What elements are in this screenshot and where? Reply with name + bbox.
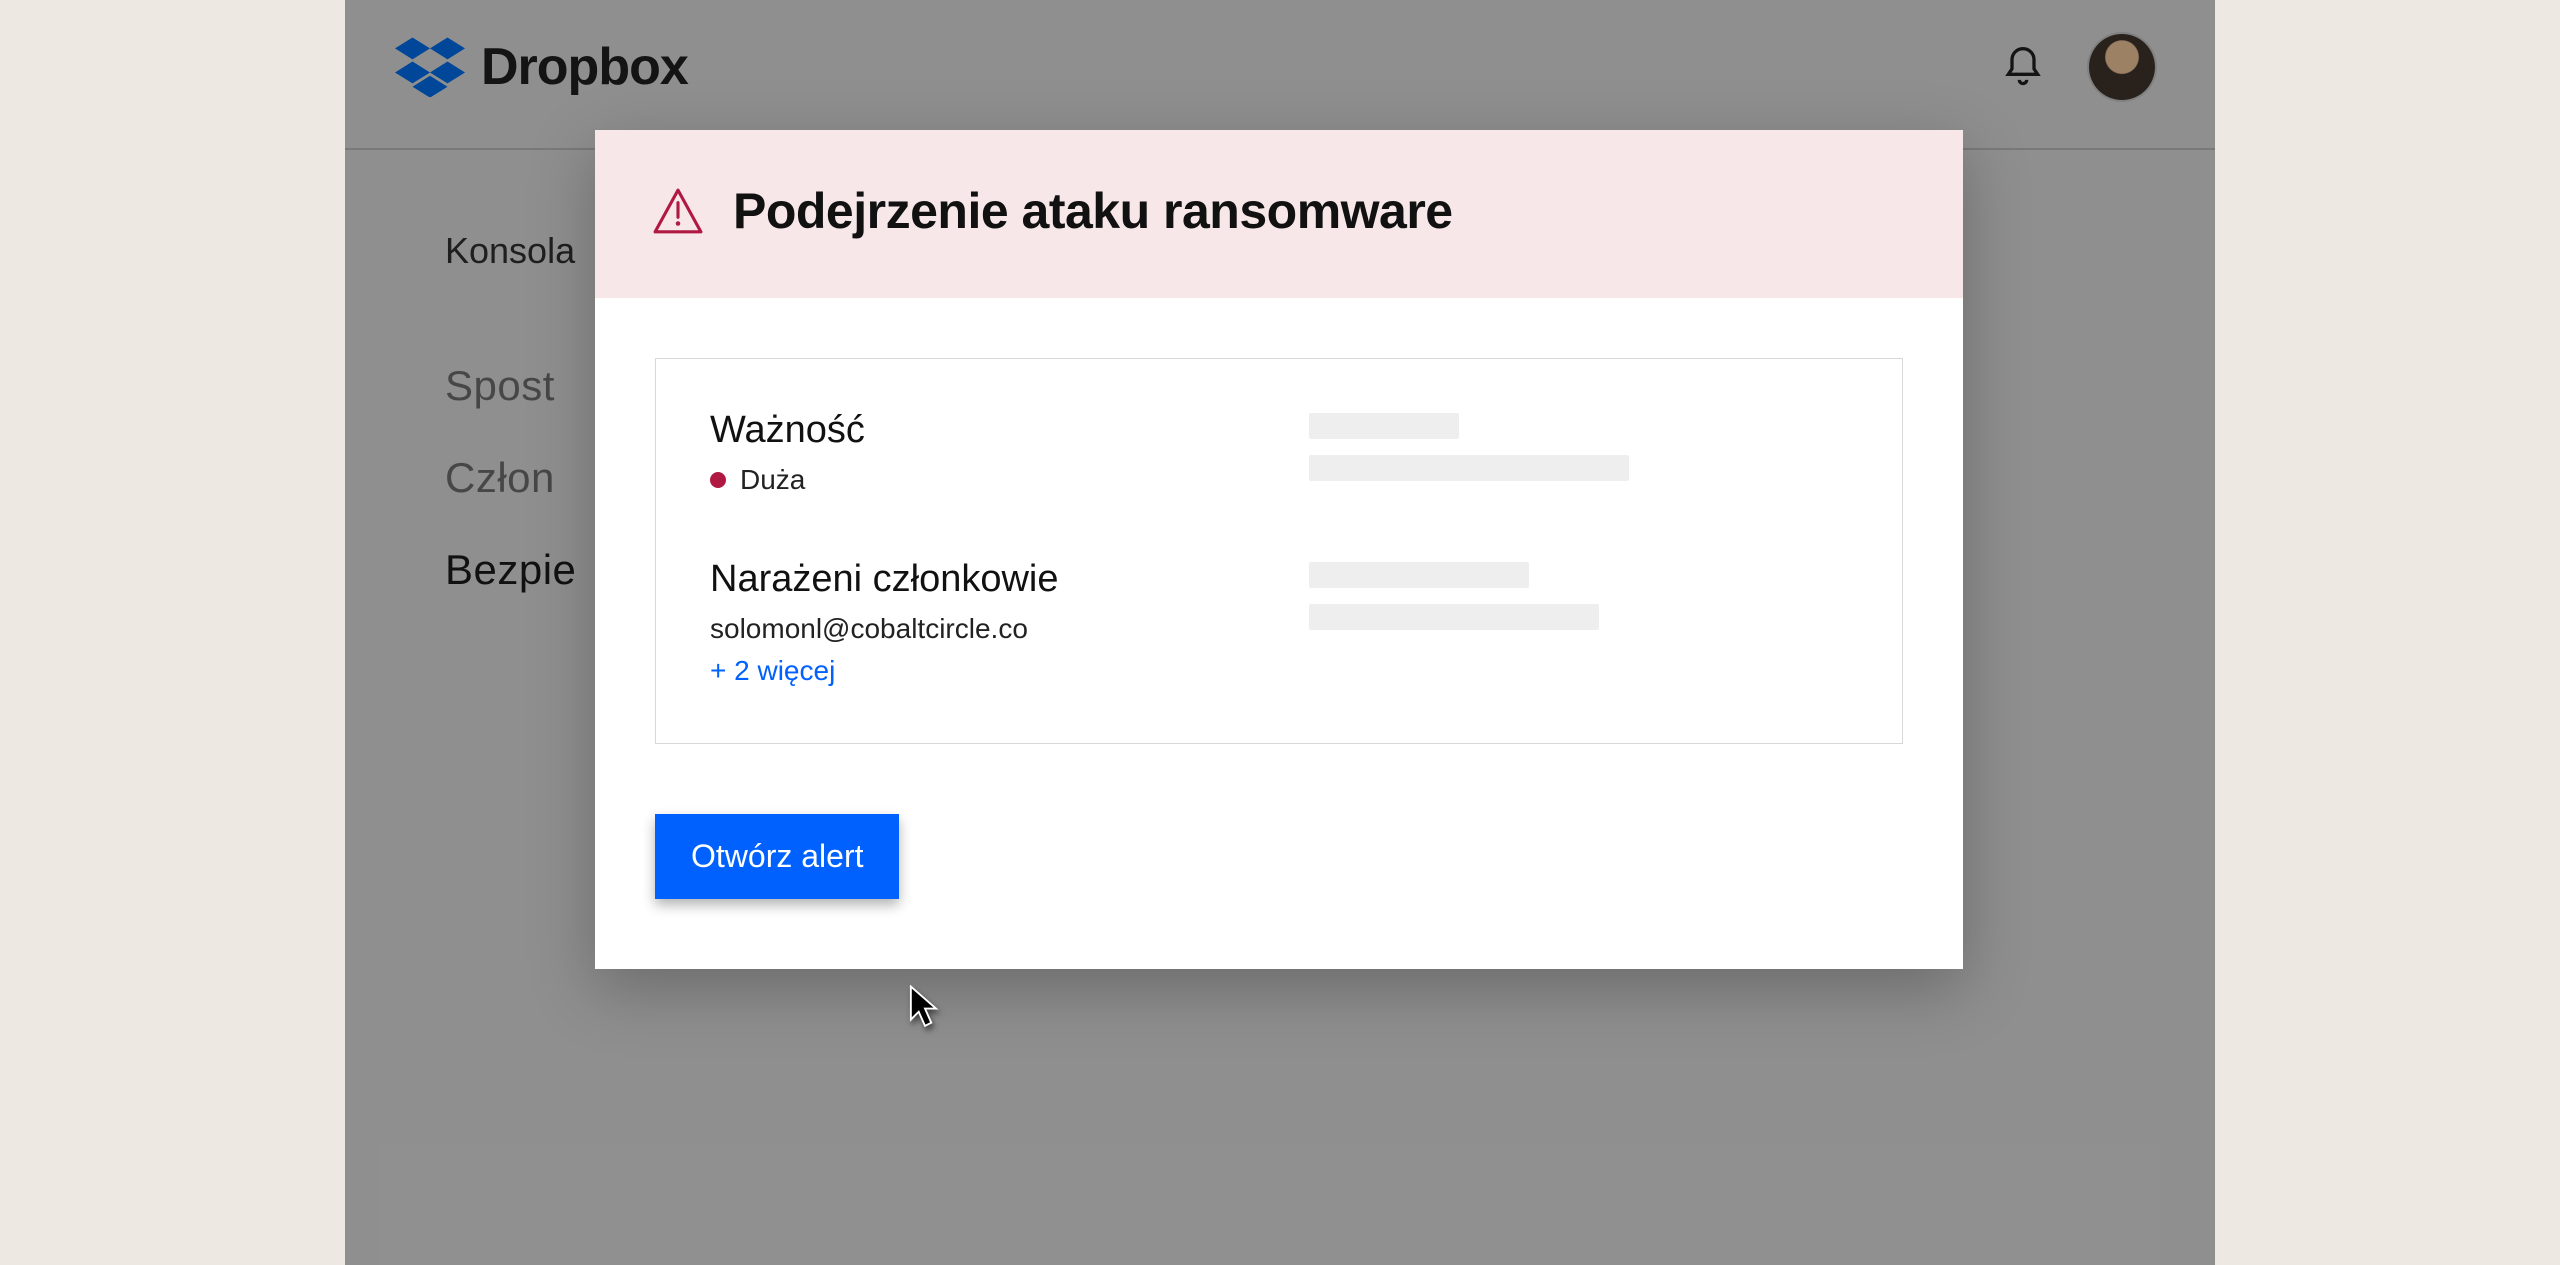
modal-header: Podejrzenie ataku ransomware [595, 130, 1963, 298]
placeholder-block-2 [1309, 558, 1848, 687]
modal-body: Ważność Duża Narażeni członkowie solomon… [595, 298, 1963, 969]
mouse-cursor-icon [907, 985, 943, 1029]
severity-block: Ważność Duża [710, 409, 1249, 496]
brand[interactable]: Dropbox [395, 37, 688, 97]
modal-actions: Otwórz alert [655, 814, 1903, 899]
brand-name: Dropbox [481, 37, 688, 97]
members-more-link[interactable]: + 2 więcej [710, 655, 1249, 687]
placeholder-block-1 [1309, 409, 1848, 496]
user-avatar[interactable] [2089, 34, 2155, 100]
member-email: solomonl@cobaltcircle.co [710, 613, 1249, 645]
topbar-actions [2001, 34, 2155, 100]
open-alert-button[interactable]: Otwórz alert [655, 814, 899, 899]
alert-detail-card: Ważność Duża Narażeni członkowie solomon… [655, 358, 1903, 744]
severity-value: Duża [740, 464, 805, 496]
dropbox-logo-icon [395, 37, 465, 97]
ransomware-alert-modal: Podejrzenie ataku ransomware Ważność Duż… [595, 130, 1963, 969]
app-window: Dropbox Konsola Spost Człon Bezpie [345, 0, 2215, 1265]
members-block: Narażeni członkowie solomonl@cobaltcircl… [710, 558, 1249, 687]
severity-dot-icon [710, 472, 726, 488]
placeholder-line [1309, 562, 1529, 588]
modal-title: Podejrzenie ataku ransomware [733, 182, 1453, 240]
placeholder-line [1309, 413, 1459, 439]
top-bar: Dropbox [345, 0, 2215, 150]
members-label: Narażeni członkowie [710, 558, 1249, 601]
placeholder-line [1309, 604, 1599, 630]
warning-triangle-icon [653, 188, 703, 234]
notifications-bell-icon[interactable] [2001, 45, 2045, 89]
severity-label: Ważność [710, 409, 1249, 452]
placeholder-line [1309, 455, 1629, 481]
